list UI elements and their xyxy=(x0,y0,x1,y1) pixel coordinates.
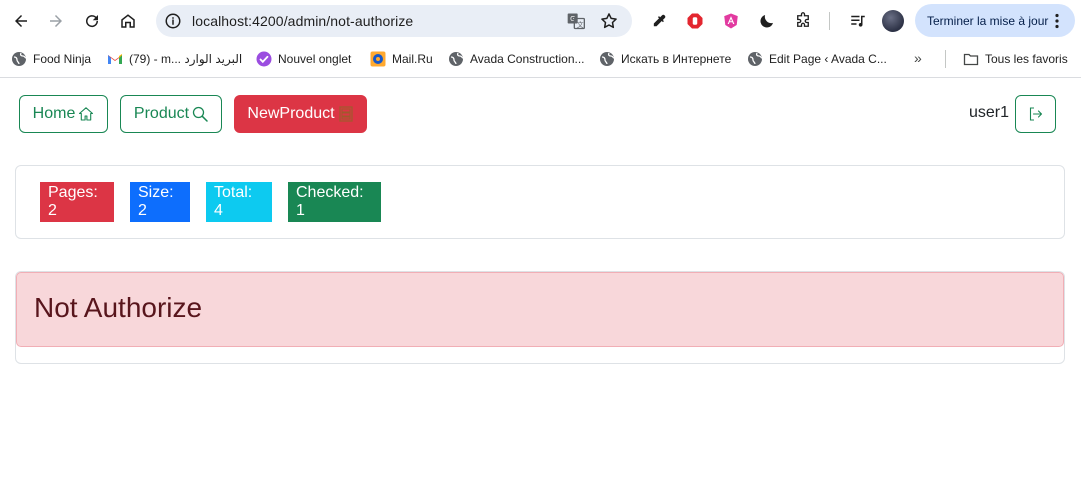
back-button[interactable] xyxy=(9,9,33,33)
svg-text:文: 文 xyxy=(577,20,584,29)
database-icon xyxy=(338,106,353,122)
bookmark-label: Avada Construction... xyxy=(470,52,585,66)
puzzle-icon xyxy=(797,12,809,27)
home-page-button[interactable] xyxy=(116,9,140,33)
media-controls-button[interactable] xyxy=(848,11,868,31)
bookmark-star-icon[interactable] xyxy=(599,11,619,31)
bookmark-gmail[interactable]: (79) - m... البريد الوارد xyxy=(107,50,242,68)
search-icon xyxy=(192,106,208,122)
product-button-label: Product xyxy=(133,105,190,122)
username-label: user1 xyxy=(969,104,1010,121)
bookmark-label: Edit Page ‹ Avada C... xyxy=(769,52,887,66)
adblock-extension[interactable] xyxy=(685,11,705,31)
house-icon xyxy=(79,107,94,121)
more-bookmarks-button[interactable]: » xyxy=(914,50,922,66)
dark-mode-extension[interactable] xyxy=(757,11,777,31)
angular-extension[interactable] xyxy=(721,11,741,31)
checked-badge: Checked: 1 xyxy=(288,182,381,222)
eyedropper-icon xyxy=(653,14,666,27)
new-tab-icon xyxy=(256,51,272,67)
bookmark-new-tab[interactable]: Nouvel onglet xyxy=(256,50,351,68)
size-badge: Size: 2 xyxy=(130,182,190,222)
logout-button[interactable] xyxy=(1015,95,1056,133)
not-authorized-alert: Not Authorize xyxy=(16,272,1064,347)
playlist-icon xyxy=(851,15,865,27)
bookmark-label: Nouvel onglet xyxy=(278,52,352,66)
update-browser-button[interactable]: Terminer la mise à jour xyxy=(915,4,1075,37)
bookmark-label: Искать в Интернете xyxy=(621,52,732,66)
logout-icon xyxy=(1029,107,1042,121)
bookmark-label: Mail.Ru xyxy=(392,52,433,66)
update-browser-label: Terminer la mise à jour xyxy=(927,14,1049,28)
reload-icon xyxy=(86,15,99,28)
globe-icon xyxy=(11,51,27,67)
product-button[interactable]: Product xyxy=(120,95,222,133)
stop-hand-icon xyxy=(687,13,703,29)
moon-icon xyxy=(760,15,773,28)
bookmark-label: Food Ninja xyxy=(33,52,92,66)
extensions-button[interactable] xyxy=(793,11,813,31)
translate-icon[interactable]: G文 xyxy=(566,11,586,31)
home-button-label: Home xyxy=(32,105,76,122)
globe-icon xyxy=(448,51,464,67)
all-bookmarks-label: Tous les favoris xyxy=(985,52,1068,66)
bookmark-avada-construction[interactable]: Avada Construction... xyxy=(448,50,585,68)
more-vert-icon xyxy=(1055,13,1059,29)
browser-toolbar: localhost:4200/admin/not-authorize G文 Te… xyxy=(0,0,1081,42)
globe-icon xyxy=(747,51,763,67)
new-product-button[interactable]: NewProduct xyxy=(234,95,367,133)
globe-icon xyxy=(599,51,615,67)
all-bookmarks-folder[interactable]: Tous les favoris xyxy=(963,50,1068,68)
arrow-right-icon xyxy=(50,15,62,27)
home-button[interactable]: Home xyxy=(19,95,108,133)
folder-icon xyxy=(963,51,979,67)
gmail-icon xyxy=(107,51,123,67)
angular-icon xyxy=(724,13,738,29)
mailru-icon xyxy=(370,51,386,67)
new-product-button-label: NewProduct xyxy=(247,105,335,122)
bookmark-food-ninja[interactable]: Food Ninja xyxy=(11,50,91,68)
bookmark-mailru[interactable]: Mail.Ru xyxy=(370,50,433,68)
toolbar-divider xyxy=(829,12,830,30)
site-info-icon[interactable] xyxy=(164,12,182,30)
house-icon xyxy=(121,14,135,28)
eyedropper-extension[interactable] xyxy=(649,11,669,31)
alert-message: Not Authorize xyxy=(34,292,203,323)
bookmark-search-internet[interactable]: Искать в Интернете xyxy=(599,50,731,68)
address-bar[interactable]: localhost:4200/admin/not-authorize G文 xyxy=(156,5,632,37)
pages-badge: Pages: 2 xyxy=(40,182,114,222)
forward-button[interactable] xyxy=(44,9,68,33)
arrow-left-icon xyxy=(15,15,27,27)
url-text: localhost:4200/admin/not-authorize xyxy=(192,13,414,29)
bookmark-label: (79) - m... البريد الوارد xyxy=(129,52,243,66)
total-badge: Total: 4 xyxy=(206,182,272,222)
bookmarks-divider xyxy=(945,50,946,68)
reload-button[interactable] xyxy=(80,9,104,33)
bookmark-edit-page[interactable]: Edit Page ‹ Avada C... xyxy=(747,50,887,68)
profile-avatar[interactable] xyxy=(882,10,904,32)
